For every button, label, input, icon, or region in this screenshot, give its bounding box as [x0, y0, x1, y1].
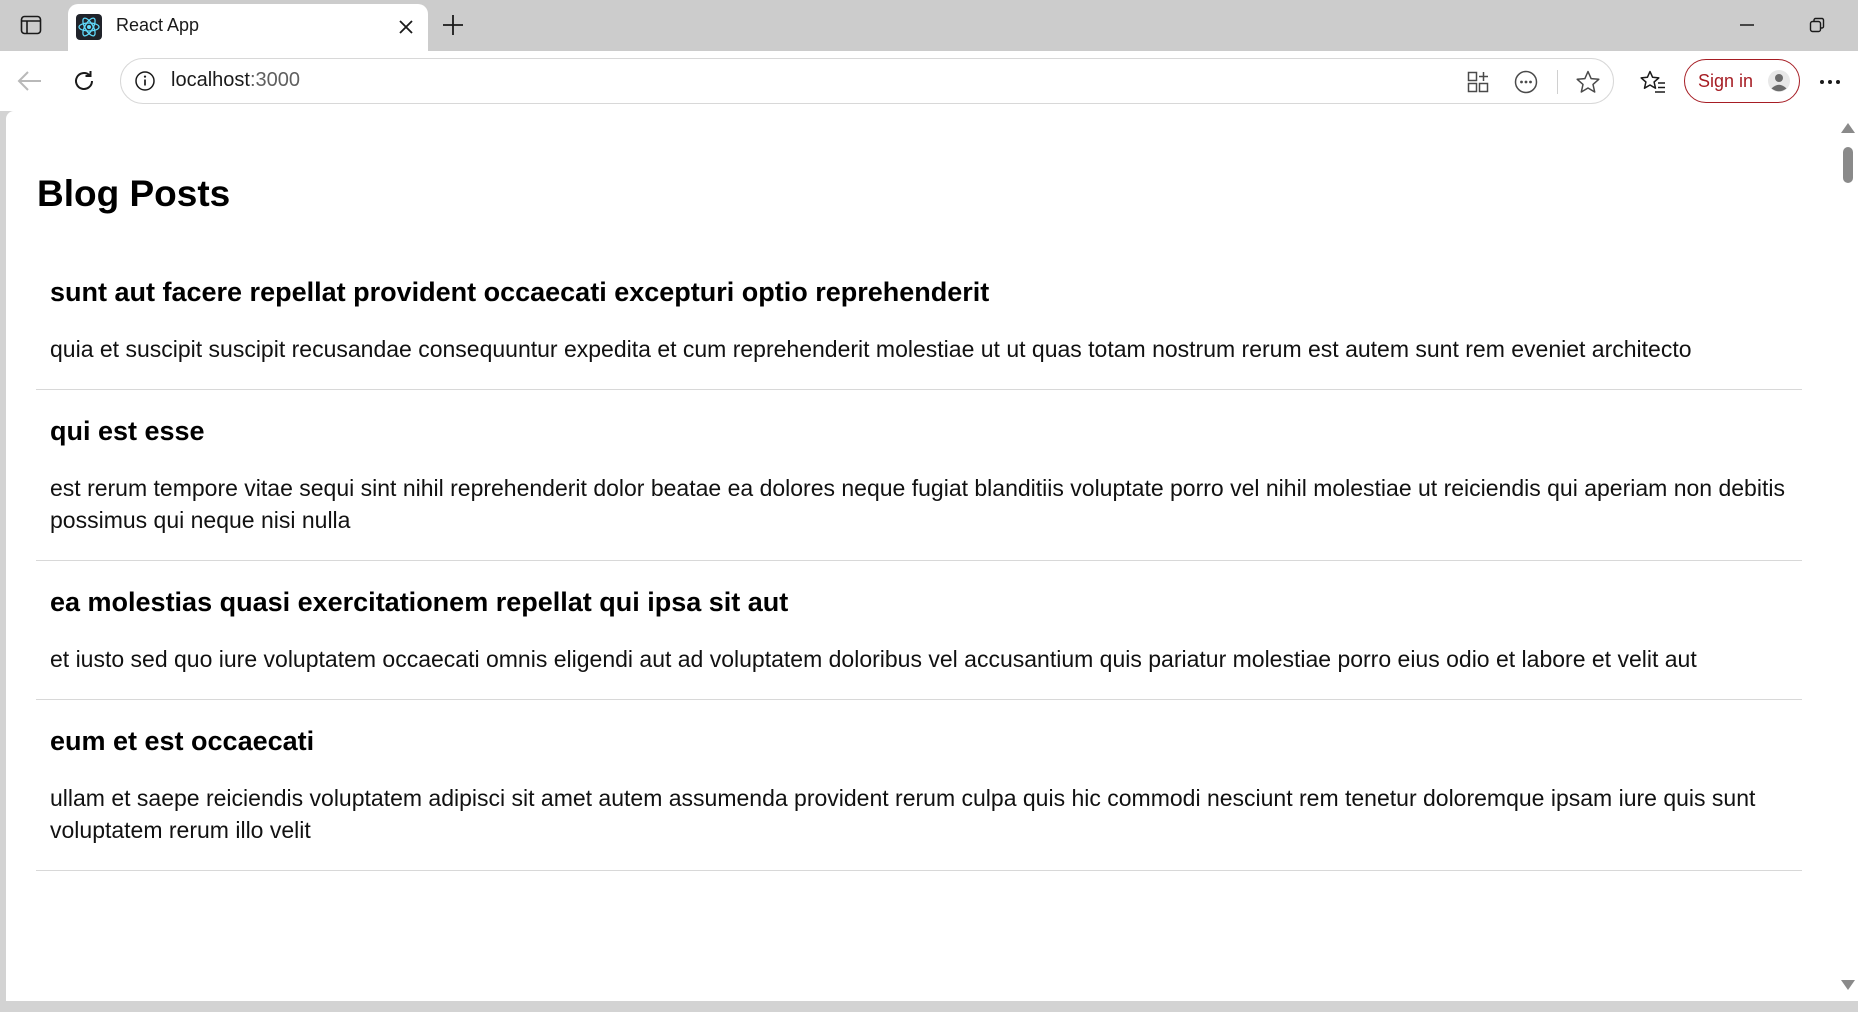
- minimize-icon: [1739, 23, 1755, 27]
- tab-title: React App: [116, 15, 200, 35]
- url-text[interactable]: localhost:3000: [171, 69, 300, 92]
- browser-window: React App localhost:3000 Sign in Blog Po…: [0, 0, 1858, 1012]
- react-logo-icon: [76, 14, 102, 40]
- post-list: sunt aut facere repellat provident occae…: [36, 251, 1802, 871]
- post-item: sunt aut facere repellat provident occae…: [36, 251, 1802, 390]
- post-title: qui est esse: [50, 416, 205, 446]
- favorites-button[interactable]: [1636, 65, 1670, 99]
- plus-icon: [442, 14, 464, 36]
- post-item: qui est esse est rerum tempore vitae seq…: [36, 390, 1802, 561]
- post-item: ea molestias quasi exercitationem repell…: [36, 561, 1802, 700]
- page-viewport: Blog Posts sunt aut facere repellat prov…: [6, 111, 1858, 1001]
- post-title: eum et est occaecati: [50, 726, 315, 756]
- restore-icon: [1809, 17, 1825, 33]
- favorites-list-icon: [1639, 69, 1667, 95]
- post-item: eum et est occaecati ullam et saepe reic…: [36, 700, 1802, 871]
- page-title: Blog Posts: [37, 173, 231, 214]
- url-port: :3000: [249, 69, 300, 91]
- refresh-button[interactable]: [66, 63, 102, 99]
- back-button[interactable]: [12, 63, 48, 99]
- scroll-down-arrow-icon[interactable]: [1841, 980, 1855, 990]
- vertical-scrollbar[interactable]: [1836, 111, 1858, 1001]
- sidebar-panel-icon: [20, 15, 42, 35]
- window-bottom-edge: [0, 1001, 1858, 1012]
- scrollbar-thumb[interactable]: [1843, 147, 1853, 183]
- arrow-left-icon: [17, 70, 43, 92]
- tab-react-app[interactable]: React App: [68, 4, 428, 51]
- tab-actions-button[interactable]: [14, 10, 48, 40]
- tab-strip: React App: [0, 0, 1858, 51]
- post-body: quia et suscipit suscipit recusandae con…: [50, 336, 1692, 362]
- read-aloud-icon[interactable]: [1511, 67, 1541, 97]
- app-available-icon[interactable]: [1463, 67, 1493, 97]
- post-body: est rerum tempore vitae sequi sint nihil…: [50, 475, 1785, 533]
- site-info-icon[interactable]: [133, 69, 157, 93]
- close-tab-icon[interactable]: [394, 15, 418, 39]
- sign-in-label: Sign in: [1698, 70, 1754, 91]
- profile-avatar-icon: [1767, 69, 1791, 93]
- address-bar[interactable]: localhost:3000: [120, 58, 1614, 104]
- minimize-button[interactable]: [1730, 10, 1764, 40]
- post-title: ea molestias quasi exercitationem repell…: [50, 587, 789, 617]
- browser-toolbar: localhost:3000 Sign in: [0, 51, 1858, 111]
- url-host: localhost: [171, 69, 250, 91]
- address-divider: [1557, 70, 1558, 94]
- refresh-icon: [72, 69, 96, 93]
- restore-button[interactable]: [1800, 10, 1834, 40]
- post-body: ullam et saepe reiciendis voluptatem adi…: [50, 785, 1756, 843]
- scroll-up-arrow-icon[interactable]: [1841, 123, 1855, 133]
- sign-in-button[interactable]: Sign in: [1684, 59, 1800, 103]
- star-icon[interactable]: [1573, 67, 1603, 97]
- post-body: et iusto sed quo iure voluptatem occaeca…: [50, 646, 1697, 672]
- more-horizontal-icon: [1819, 79, 1841, 85]
- post-title: sunt aut facere repellat provident occae…: [50, 277, 990, 307]
- page-content: Blog Posts sunt aut facere repellat prov…: [6, 111, 1836, 1001]
- new-tab-button[interactable]: [436, 8, 470, 42]
- settings-more-button[interactable]: [1812, 65, 1848, 99]
